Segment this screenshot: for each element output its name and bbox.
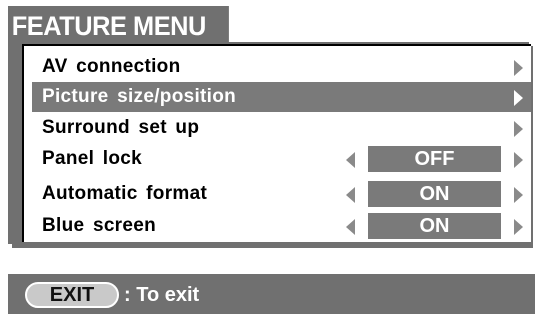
menu-item-label: Automatic format <box>42 183 208 204</box>
triangle-left-icon[interactable] <box>346 152 355 168</box>
menu-title: FEATURE MENU <box>8 6 229 46</box>
automatic-format-value[interactable]: ON <box>368 181 501 207</box>
menu-item-av-connection[interactable]: AV connection <box>32 52 531 82</box>
triangle-right-icon[interactable] <box>514 90 523 106</box>
exit-hint: : To exit <box>124 284 200 306</box>
triangle-right-icon[interactable] <box>514 60 523 76</box>
panel-lock-value[interactable]: OFF <box>368 146 501 172</box>
menu-item-label: Blue screen <box>42 215 157 236</box>
triangle-right-icon[interactable] <box>514 121 523 137</box>
menu-item-panel-lock[interactable]: Panel lock OFF <box>32 144 531 174</box>
menu-item-blue-screen[interactable]: Blue screen ON <box>32 211 531 241</box>
triangle-left-icon[interactable] <box>346 187 355 203</box>
menu-item-label: Surround set up <box>42 117 200 138</box>
menu-item-automatic-format[interactable]: Automatic format ON <box>32 179 531 209</box>
exit-button[interactable]: EXIT <box>25 282 119 308</box>
menu-item-label: AV connection <box>42 56 181 77</box>
menu-item-label: Panel lock <box>42 148 142 169</box>
menu-item-picture-size-position[interactable]: Picture size/position <box>32 82 531 112</box>
blue-screen-value[interactable]: ON <box>368 213 501 239</box>
triangle-right-icon[interactable] <box>514 187 523 203</box>
triangle-left-icon[interactable] <box>346 219 355 235</box>
triangle-right-icon[interactable] <box>514 152 523 168</box>
menu-item-label: Picture size/position <box>42 86 237 107</box>
menu-item-surround-set-up[interactable]: Surround set up <box>32 113 531 143</box>
triangle-right-icon[interactable] <box>514 219 523 235</box>
